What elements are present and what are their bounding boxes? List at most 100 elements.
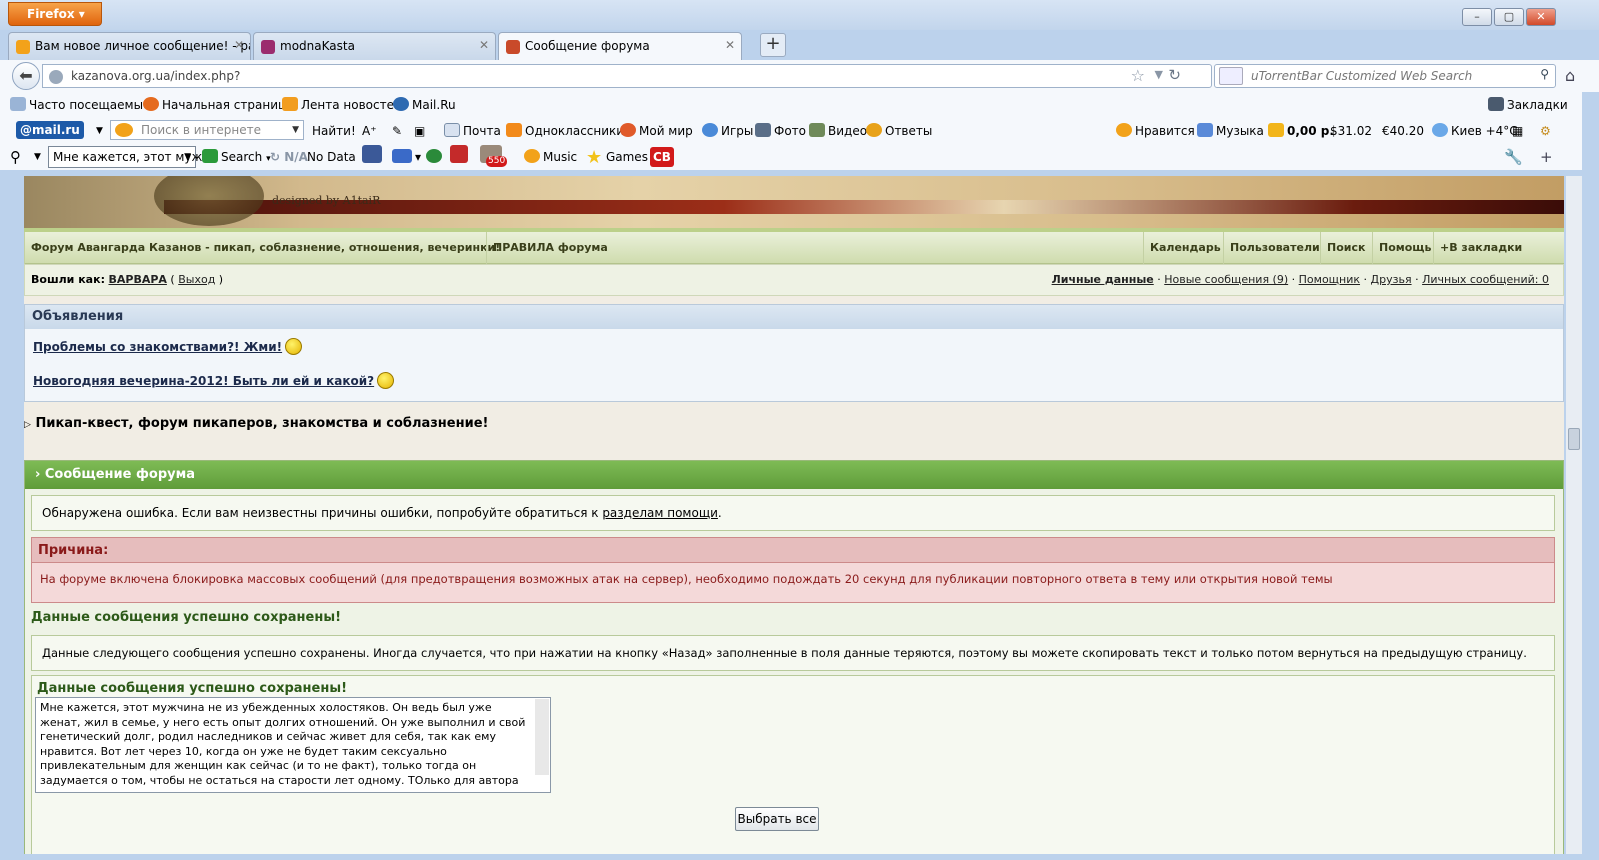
answers-icon: [866, 123, 882, 137]
username-link[interactable]: ВАРВАРА: [108, 273, 166, 286]
notifications-icon[interactable]: 550: [480, 144, 508, 170]
search-icon[interactable]: ⚲: [10, 144, 21, 170]
toolbar-photo[interactable]: Фото: [755, 118, 806, 144]
games-button[interactable]: ★ Games: [586, 144, 648, 171]
eur-rate[interactable]: €40.20: [1382, 118, 1424, 144]
help-sections-link[interactable]: разделам помощи: [602, 506, 718, 520]
nav-users[interactable]: Пользователи: [1223, 232, 1326, 264]
url-bar[interactable]: kazanova.org.ua/index.php? ☆ ▼ ↻: [42, 64, 1212, 88]
weather-widget[interactable]: Киев +4°C: [1432, 118, 1518, 144]
find-button[interactable]: Найти!: [312, 118, 356, 144]
nav-calendar[interactable]: Календарь: [1143, 232, 1227, 264]
nav-bookmarks[interactable]: +В закладки: [1433, 232, 1528, 264]
toolbar-balance[interactable]: 0,00 р.: [1268, 118, 1334, 144]
usd-rate[interactable]: $31.02: [1330, 118, 1372, 144]
email-icon[interactable]: ▾: [392, 144, 421, 170]
user-links: Личные данные · Новые сообщения (9) · По…: [1051, 273, 1549, 286]
envelope-icon: [392, 149, 412, 163]
private-messages-link[interactable]: Личных сообщений: 0: [1422, 273, 1549, 286]
gear-icon[interactable]: ⚙: [1540, 118, 1551, 144]
forum-rules-link[interactable]: ПРАВИЛА форума: [486, 232, 614, 264]
close-window-button[interactable]: ✕: [1526, 8, 1556, 26]
scrollbar-thumb[interactable]: [1568, 428, 1580, 450]
bookmark-star-icon[interactable]: ☆: [1131, 66, 1145, 85]
bookmarks-menu[interactable]: Закладки: [1488, 92, 1568, 118]
utorrent-search-input[interactable]: Мне кажется, этот муж ▼: [48, 146, 202, 168]
textarea-scrollbar[interactable]: [535, 699, 549, 775]
mailru-search-input[interactable]: Поиск в интернете ▼: [110, 120, 304, 140]
nav-search[interactable]: Поиск: [1320, 232, 1371, 264]
reload-icon[interactable]: ↻: [1168, 66, 1181, 84]
utorrent-search-button[interactable]: Search ▾: [202, 144, 271, 172]
toolbar-games[interactable]: Игры: [702, 118, 753, 144]
grid-icon[interactable]: ▦: [1512, 118, 1523, 144]
close-tab-icon[interactable]: ✕: [234, 38, 244, 52]
new-messages-link[interactable]: Новые сообщения (9): [1164, 273, 1288, 286]
search-bar[interactable]: uTorrentBar Customized Web Search ⚲: [1214, 64, 1556, 88]
toolbar-likes[interactable]: Нравится: [1116, 118, 1195, 144]
toolbar-music[interactable]: Музыка: [1197, 118, 1264, 144]
firefox-menu-button[interactable]: Firefox ▾: [8, 2, 102, 26]
bookmark-most-visited[interactable]: Часто посещаемые: [10, 92, 150, 118]
reason-panel: Причина: На форуме включена блокировка м…: [31, 537, 1555, 603]
profile-link[interactable]: Личные данные: [1052, 273, 1154, 286]
tab-messages[interactable]: Вам новое личное сообщение! - ра... ✕: [8, 32, 251, 60]
home-icon[interactable]: ⌂: [1565, 66, 1575, 85]
cb-icon[interactable]: CB: [650, 147, 674, 167]
tab-forum-message[interactable]: Сообщение форума ✕: [498, 32, 742, 60]
arrow-right-icon: [202, 149, 218, 163]
history-dropdown-icon[interactable]: ▼: [1155, 68, 1163, 81]
highlighter-icon[interactable]: ✎: [392, 118, 402, 144]
facebook-icon[interactable]: [362, 144, 385, 170]
assistant-link[interactable]: Помощник: [1299, 273, 1360, 286]
page-content: designed by A1taiR Форум Авангарда Казан…: [24, 176, 1564, 854]
forum-home-link[interactable]: Форум Авангарда Казанов - пикап, соблазн…: [24, 232, 506, 264]
tab-modnakasta[interactable]: modnaKasta ✕: [253, 32, 496, 60]
screenshot-icon[interactable]: ▣: [414, 118, 425, 144]
toolbar-my-world[interactable]: Мой мир: [620, 118, 693, 144]
search-icon[interactable]: ⚲: [1540, 67, 1549, 81]
close-tab-icon[interactable]: ✕: [479, 38, 489, 52]
message-textarea[interactable]: Мне кажется, этот мужчина не из убежденн…: [35, 697, 551, 793]
add-icon[interactable]: +: [1540, 144, 1553, 170]
toolbar-mail[interactable]: Почта: [444, 118, 501, 144]
toolbar-video[interactable]: Видео: [809, 118, 867, 144]
select-all-button[interactable]: Выбрать все: [735, 807, 819, 831]
font-size-icon[interactable]: A⁺: [362, 118, 377, 144]
music-button[interactable]: Music: [524, 144, 577, 170]
toolbar-odnoklassniki[interactable]: Одноклассники: [506, 118, 624, 144]
play-video-icon[interactable]: [450, 144, 471, 170]
mailru-icon: [393, 97, 409, 111]
minimize-button[interactable]: –: [1462, 8, 1492, 26]
bookmark-mailru[interactable]: Mail.Ru: [393, 92, 456, 118]
announcements: Объявления Проблемы со знакомствами?! Жм…: [24, 304, 1564, 402]
friends-link[interactable]: Друзья: [1371, 273, 1412, 286]
bookmark-news-feed[interactable]: Лента новостей: [282, 92, 402, 118]
camera-icon: [755, 123, 771, 137]
maximize-button[interactable]: ▢: [1494, 8, 1524, 26]
nav-help[interactable]: Помощь: [1372, 232, 1437, 264]
bookmark-start-page[interactable]: Начальная страница: [143, 92, 294, 118]
forum-tagline[interactable]: ▷ Пикап-квест, форум пикаперов, знакомст…: [24, 416, 488, 431]
new-tab-button[interactable]: +: [760, 33, 786, 57]
logout-link[interactable]: Выход: [178, 273, 215, 286]
chevron-down-icon: ▼: [184, 152, 191, 162]
banner-credit: designed by A1taiR: [272, 194, 381, 207]
mailru-logo[interactable]: @mail.ru: [16, 121, 84, 139]
search-engine-icon[interactable]: [1219, 67, 1243, 85]
wrench-icon[interactable]: 🔧: [1504, 144, 1523, 170]
folder-icon: [10, 97, 26, 111]
close-tab-icon[interactable]: ✕: [725, 38, 735, 52]
chevron-down-icon[interactable]: ▼: [34, 144, 41, 170]
dropdown-icon[interactable]: ▼: [96, 118, 103, 144]
site-identity-icon[interactable]: [49, 70, 63, 84]
back-button[interactable]: ⬅: [12, 62, 40, 90]
video-icon: [809, 123, 825, 137]
announcement-link[interactable]: Новогодняя вечерина-2012! Быть ли ей и к…: [33, 372, 395, 389]
announcement-link[interactable]: Проблемы со знакомствами?! Жми!: [33, 338, 303, 355]
utorrent-icon[interactable]: [426, 144, 445, 170]
forum-nav: Форум Авангарда Казанов - пикап, соблазн…: [24, 232, 1564, 264]
tab-bar: Вам новое личное сообщение! - ра... ✕ mod…: [0, 30, 1599, 60]
toolbar-answers[interactable]: Ответы: [866, 118, 932, 144]
page-scrollbar[interactable]: [1566, 176, 1582, 854]
